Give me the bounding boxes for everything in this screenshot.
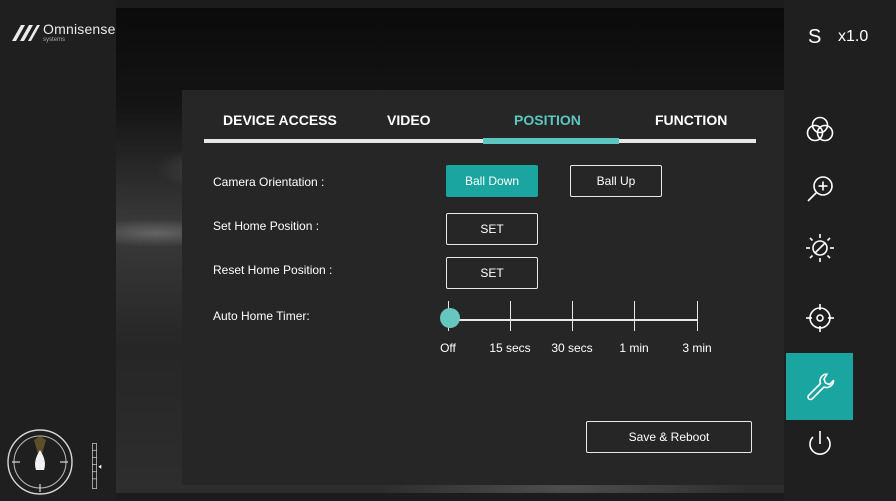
tab-video[interactable]: VIDEO (387, 112, 431, 128)
zoom-in-button[interactable] (786, 155, 853, 222)
timer-option-3-min[interactable]: 3 min (682, 341, 711, 355)
logo-mark-icon (12, 24, 40, 41)
auto-home-timer-slider-thumb[interactable] (440, 308, 460, 328)
mode-indicator: S (808, 26, 822, 48)
color-filter-button[interactable] (786, 96, 853, 163)
auto-home-timer-slider-track[interactable] (448, 319, 698, 321)
reset-home-button[interactable]: SET (446, 257, 538, 289)
save-reboot-button[interactable]: Save & Reboot (586, 421, 752, 453)
tab-active-indicator (483, 138, 619, 144)
tab-position[interactable]: POSITION (514, 112, 581, 128)
target-button[interactable] (786, 284, 853, 351)
auto-home-timer-label: Auto Home Timer: (213, 309, 310, 323)
power-button[interactable] (786, 410, 853, 477)
slider-tick (510, 301, 511, 331)
ball-up-button[interactable]: Ball Up (570, 165, 662, 197)
color-filter-icon (806, 116, 833, 141)
zoom-level: x1.0 (838, 28, 869, 45)
left-strip (0, 0, 116, 501)
ball-down-button[interactable]: Ball Down (446, 165, 538, 197)
logo-name: Omnisense (43, 21, 116, 37)
set-home-button[interactable]: SET (446, 213, 538, 245)
compass-icon (7, 429, 73, 495)
slider-tick (634, 301, 635, 331)
timer-option-1-min[interactable]: 1 min (619, 341, 648, 355)
zoom-in-icon (806, 175, 833, 202)
tab-device-access[interactable]: DEVICE ACCESS (223, 112, 337, 128)
timer-option-30-secs[interactable]: 30 secs (551, 341, 592, 355)
tilt-scale-icon (92, 443, 102, 489)
set-home-label: Set Home Position : (213, 219, 320, 233)
timer-option-off[interactable]: Off (440, 341, 456, 355)
timer-option-15-secs[interactable]: 15 secs (489, 341, 530, 355)
brightness-button[interactable] (786, 214, 853, 281)
tab-bar (204, 139, 756, 143)
brightness-icon (805, 233, 834, 262)
camera-orientation-label: Camera Orientation : (213, 175, 325, 189)
omnisense-logo: Omnisense systems (10, 22, 116, 43)
wrench-icon (806, 372, 834, 400)
slider-tick (572, 301, 573, 331)
settings-panel: DEVICE ACCESS VIDEO POSITION FUNCTION Ca… (182, 90, 784, 485)
reset-home-label: Reset Home Position : (213, 263, 333, 277)
tab-function[interactable]: FUNCTION (655, 112, 727, 128)
power-icon (808, 430, 831, 455)
logo-sub: systems (43, 37, 66, 43)
slider-tick (697, 301, 698, 331)
target-icon (805, 303, 834, 332)
